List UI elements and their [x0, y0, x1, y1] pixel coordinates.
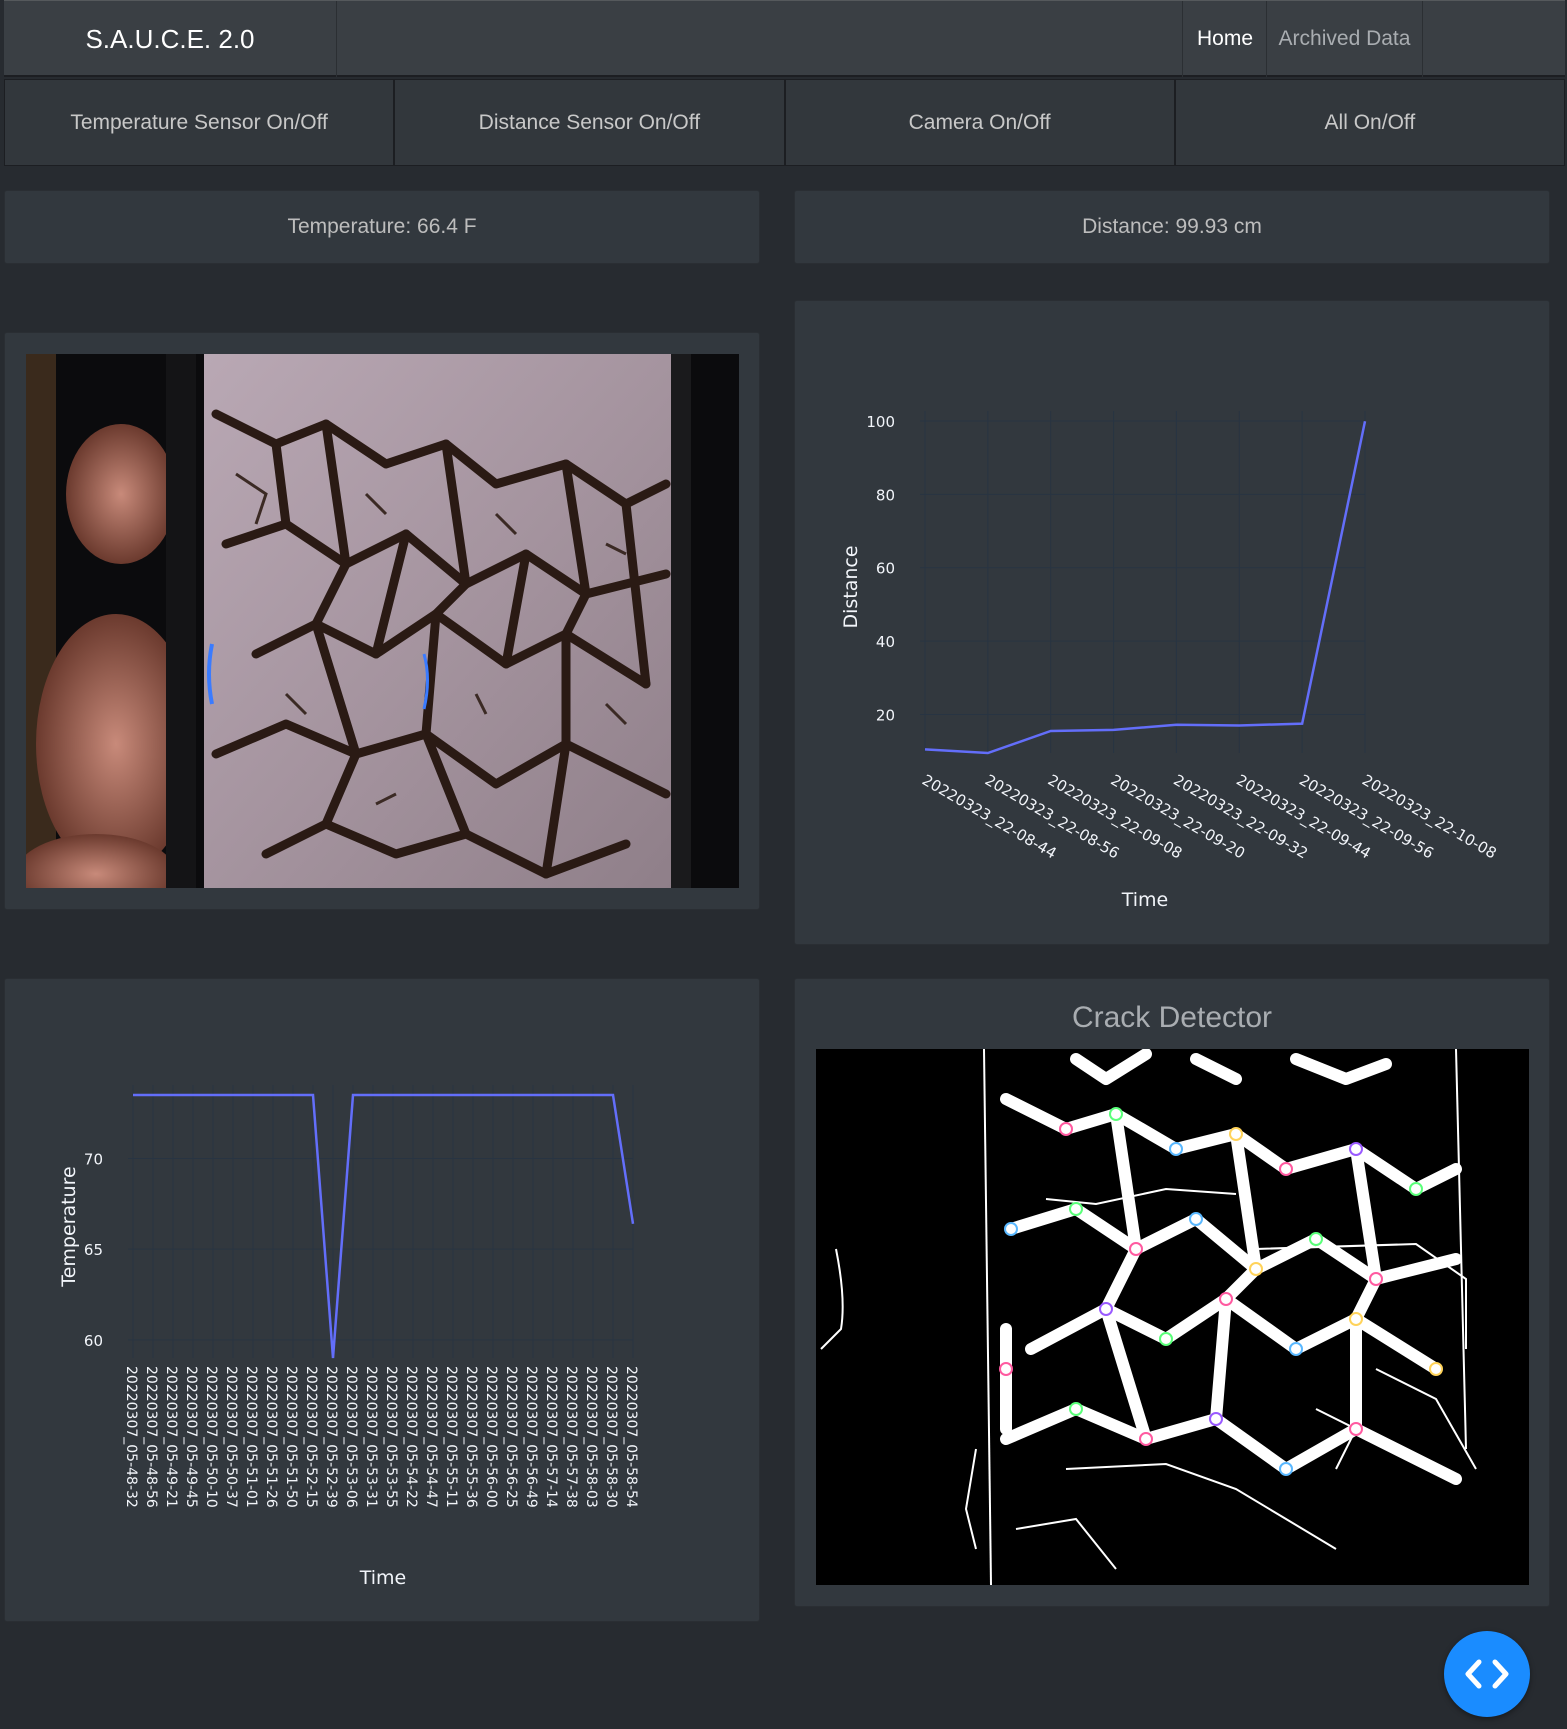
- crack-detector-image: [816, 1049, 1529, 1585]
- x-tick-label: 20220307_05-53-31: [363, 1366, 379, 1508]
- y-tick-label: 100: [866, 413, 895, 431]
- sensor-toggle-bar: Temperature Sensor On/Off Distance Senso…: [4, 79, 1565, 166]
- x-tick-label: 20220307_05-52-39: [323, 1366, 339, 1508]
- temperature-readout: Temperature: 66.4 F: [4, 190, 760, 264]
- brand-title[interactable]: S.A.U.C.E. 2.0: [4, 1, 337, 77]
- temperature-toggle-button[interactable]: Temperature Sensor On/Off: [4, 79, 395, 166]
- y-axis-label: Temperature: [58, 1166, 80, 1287]
- x-tick-label: 20220307_05-57-14: [543, 1366, 559, 1508]
- distance-chart: 2040608010020220323_22-08-4420220323_22-…: [840, 411, 1500, 911]
- nav-archived-data-link[interactable]: Archived Data: [1266, 1, 1423, 77]
- navbar: S.A.U.C.E. 2.0 Home Archived Data: [4, 0, 1565, 77]
- y-axis-label: Distance: [840, 545, 862, 628]
- x-tick-label: 20220307_05-50-10: [203, 1366, 219, 1508]
- code-icon: [1465, 1659, 1509, 1689]
- x-tick-label: 20220307_05-58-54: [623, 1366, 639, 1508]
- x-tick-label: 20220307_05-48-56: [143, 1366, 159, 1508]
- distance-chart-card: 20 40 60 80 100 20220323_22-08-44 20220323_22-…: [794, 300, 1550, 945]
- nav-home-link[interactable]: Home: [1182, 1, 1267, 77]
- x-tick-label: 20220307_05-56-00: [483, 1366, 499, 1508]
- x-tick-label: 20220307_05-53-55: [383, 1366, 399, 1508]
- y-tick-label: 60: [876, 560, 895, 578]
- y-tick-label: 40: [876, 633, 895, 651]
- x-tick-label: 20220307_05-54-47: [423, 1366, 439, 1508]
- x-tick-label: 20220307_05-58-03: [583, 1366, 599, 1508]
- x-tick-label: 20220307_05-48-32: [123, 1366, 139, 1508]
- crack-detector-title: Crack Detector: [1071, 1001, 1273, 1034]
- x-tick-label: 20220307_05-49-21: [163, 1366, 179, 1508]
- distance-toggle-button[interactable]: Distance Sensor On/Off: [394, 79, 785, 166]
- distance-readout: Distance: 99.93 cm: [794, 190, 1550, 264]
- camera-toggle-button[interactable]: Camera On/Off: [784, 79, 1175, 166]
- camera-card: [4, 332, 760, 910]
- x-tick-label: 20220307_05-53-06: [343, 1366, 359, 1508]
- x-axis-label: Time: [359, 1567, 407, 1589]
- x-tick-label: 20220307_05-54-22: [403, 1366, 419, 1508]
- y-tick-label: 70: [84, 1150, 103, 1168]
- temperature-chart: 60 65 70 20220307_05-48-32 20220307_05-48-56…: [58, 1085, 639, 1589]
- code-toggle-button[interactable]: [1444, 1631, 1530, 1717]
- x-tick-label: 20220307_05-52-15: [303, 1366, 319, 1508]
- series-line: [924, 421, 1367, 755]
- temperature-chart-card: 60 65 70 20220307_05-48-32 20220307_05-48-56…: [4, 978, 760, 1622]
- x-tick-label: 20220307_05-55-11: [443, 1366, 459, 1508]
- y-tick-label: 65: [84, 1241, 103, 1259]
- camera-feed-image: [26, 354, 739, 888]
- x-axis-label: Time: [1121, 889, 1169, 911]
- x-tick-label: 20220307_05-51-26: [263, 1366, 279, 1508]
- x-tick-label: 20220307_05-51-01: [243, 1366, 259, 1508]
- x-tick-label: 20220307_05-51-50: [283, 1366, 299, 1508]
- x-tick-label: 20220307_05-57-38: [563, 1366, 579, 1508]
- y-tick-label: 20: [876, 706, 895, 724]
- series-line: [133, 1093, 635, 1359]
- x-tick-label: 20220307_05-56-49: [523, 1366, 539, 1508]
- y-tick-label: 60: [84, 1332, 103, 1350]
- x-tick-label: 20220307_05-50-37: [223, 1366, 239, 1508]
- x-tick-label: 20220307_05-58-30: [603, 1366, 619, 1508]
- crack-detector-card: Crack Detector: [794, 978, 1550, 1607]
- x-tick-label: 20220307_05-55-36: [463, 1366, 479, 1508]
- x-tick-label: 20220307_05-56-25: [503, 1366, 519, 1508]
- all-toggle-button[interactable]: All On/Off: [1174, 79, 1565, 166]
- x-tick-label: 20220307_05-49-45: [183, 1366, 199, 1508]
- y-tick-label: 80: [876, 486, 895, 504]
